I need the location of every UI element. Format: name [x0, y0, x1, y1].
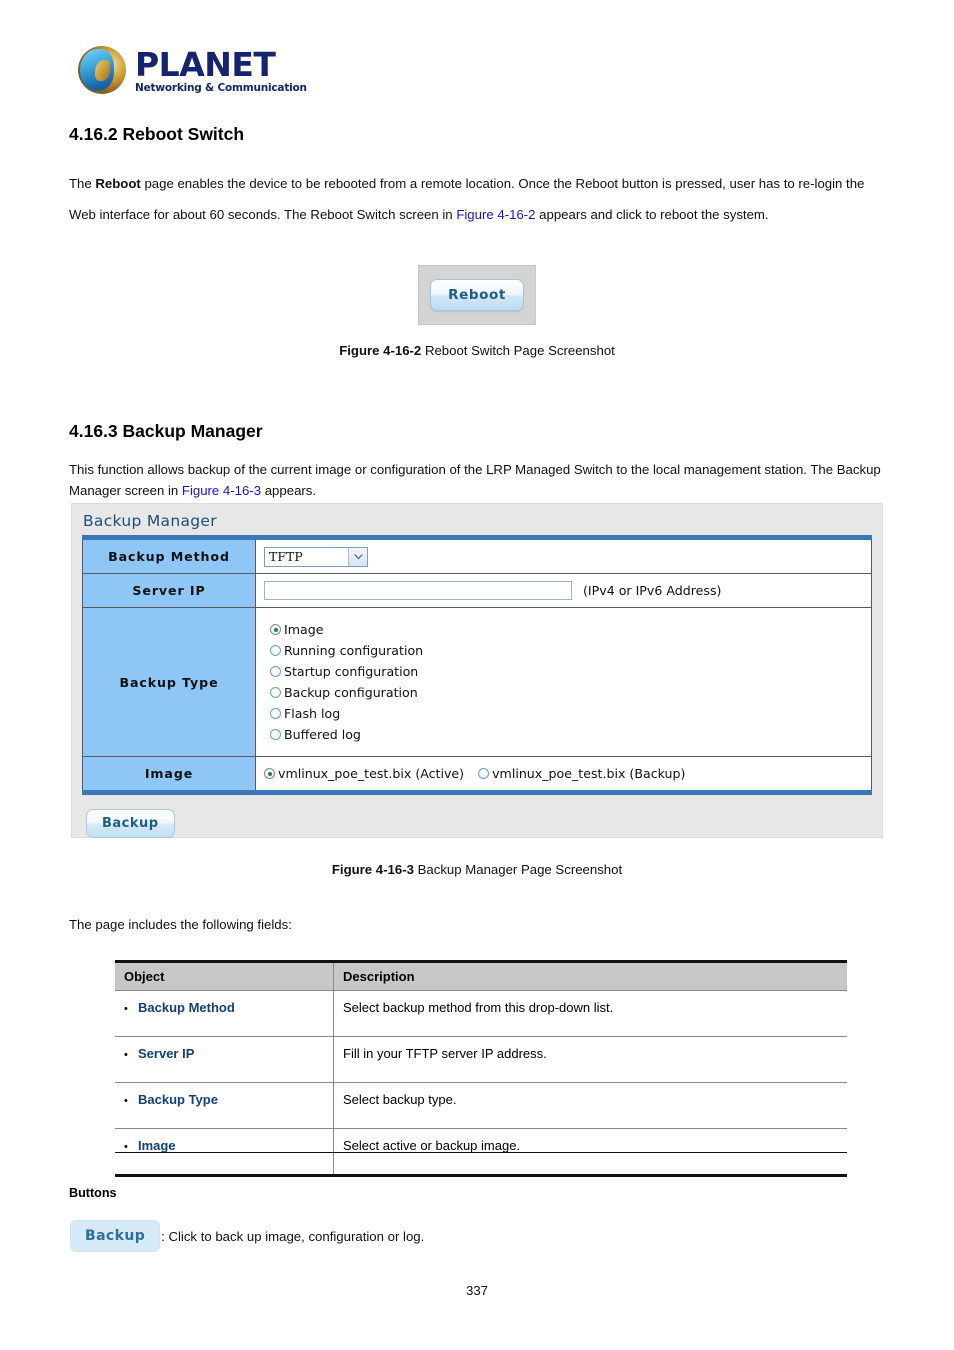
figure-caption-4-16-3-label: Figure 4-16-3 — [331, 862, 414, 877]
backup-type-option[interactable]: Startup configuration — [270, 661, 871, 682]
cell-object: • Server IP — [115, 1036, 334, 1083]
figure-caption-4-16-2: Figure 4-16-2 Reboot Switch Page Screens… — [0, 343, 954, 358]
label-backup-method: Backup Method — [82, 537, 256, 574]
figure-caption-4-16-3-text: Backup Manager Page Screenshot — [413, 862, 623, 877]
fields-description-table: Object Description • Backup Method Select… — [115, 960, 847, 1177]
para-reboot-bold: Reboot — [95, 176, 141, 191]
radio-icon[interactable] — [270, 624, 281, 635]
bullet-icon: • — [124, 1140, 128, 1153]
logo-tagline: Networking & Communication — [135, 82, 307, 94]
planet-logo: PLANET Networking & Communication — [78, 46, 307, 95]
cell-object: • Backup Type — [115, 1082, 334, 1129]
backup-type-option-label: Flash log — [284, 706, 341, 721]
object-name: Backup Type — [138, 1092, 218, 1107]
para-backup-part2: appears. — [261, 483, 317, 498]
image-option[interactable]: vmlinux_poe_test.bix (Active) — [264, 766, 464, 781]
backup-type-option-label: Image — [284, 622, 324, 637]
backup-button[interactable]: Backup — [70, 1220, 161, 1252]
label-backup-type: Backup Type — [82, 607, 256, 757]
table-row: • Backup Method Select backup method from… — [115, 990, 847, 1037]
figure-caption-4-16-3: Figure 4-16-3 Backup Manager Page Screen… — [0, 862, 954, 877]
radio-icon[interactable] — [270, 729, 281, 740]
backup-manager-title: Backup Manager — [83, 512, 217, 530]
cell-description: Fill in your TFTP server IP address. — [333, 1036, 847, 1083]
para-reboot-part3: appears and click to reboot the system. — [535, 207, 769, 222]
backup-type-option-label: Backup configuration — [284, 685, 418, 700]
bullet-icon: • — [124, 1094, 128, 1107]
bullet-icon: • — [124, 1048, 128, 1061]
cell-description: Select backup method from this drop-down… — [333, 990, 847, 1037]
backup-button-screenshot[interactable]: Backup — [86, 809, 175, 838]
figure-caption-4-16-2-label: Figure 4-16-2 — [339, 343, 422, 358]
chevron-down-icon[interactable] — [348, 547, 367, 566]
field-image: vmlinux_poe_test.bix (Active) vmlinux_po… — [255, 756, 872, 793]
page-number: 337 — [465, 1283, 488, 1298]
image-radio-group: vmlinux_poe_test.bix (Active) vmlinux_po… — [264, 763, 871, 784]
image-option-label: vmlinux_poe_test.bix (Backup) — [492, 766, 686, 781]
radio-icon[interactable] — [270, 687, 281, 698]
backup-method-select-value: TFTP — [269, 549, 303, 564]
backup-type-option-label: Running configuration — [284, 643, 424, 658]
backup-type-option[interactable]: Image — [270, 619, 871, 640]
para-reboot-part1: The — [69, 176, 96, 191]
image-option-label: vmlinux_poe_test.bix (Active) — [278, 766, 465, 781]
server-ip-input[interactable] — [264, 581, 572, 600]
link-figure-4-16-3[interactable]: Figure 4-16-3 — [182, 483, 261, 498]
radio-icon[interactable] — [270, 708, 281, 719]
radio-icon[interactable] — [264, 768, 275, 779]
backup-manager-form-table: Backup Method TFTP Server IP (IPv4 or IP… — [82, 535, 872, 795]
bullet-icon: • — [124, 1002, 128, 1015]
label-server-ip: Server IP — [82, 573, 256, 608]
heading-reboot-switch: 4.16.2 Reboot Switch — [69, 124, 245, 144]
field-backup-type: Image Running configuration Startup conf… — [255, 607, 872, 757]
figure-caption-4-16-2-text: Reboot Switch Page Screenshot — [421, 343, 615, 358]
table-header-row: Object Description — [115, 961, 847, 991]
backup-type-option-label: Buffered log — [284, 727, 361, 742]
paragraph-backup: This function allows backup of the curre… — [69, 459, 881, 501]
object-name: Backup Method — [138, 1000, 235, 1015]
table-row: • Backup Type Select backup type. — [115, 1082, 847, 1129]
reboot-button[interactable]: Reboot — [430, 279, 524, 311]
logo-text-block: PLANET Networking & Communication — [135, 46, 307, 95]
backup-type-radio-group: Image Running configuration Startup conf… — [264, 614, 871, 750]
backup-method-select[interactable]: TFTP — [264, 546, 368, 567]
backup-type-option[interactable]: Flash log — [270, 703, 871, 724]
backup-button-description: : Click to back up image, configuration … — [161, 1228, 425, 1244]
row-server-ip: Server IP (IPv4 or IPv6 Address) — [82, 573, 872, 608]
row-backup-type: Backup Type Image Running configuration … — [82, 607, 872, 757]
logo-wordmark: PLANET — [135, 45, 276, 84]
label-image: Image — [82, 756, 256, 793]
backup-type-option[interactable]: Running configuration — [270, 640, 871, 661]
field-server-ip: (IPv4 or IPv6 Address) — [255, 573, 872, 608]
backup-type-option[interactable]: Backup configuration — [270, 682, 871, 703]
fields-intro-text: The page includes the following fields: — [69, 917, 292, 932]
backup-type-option[interactable]: Buffered log — [270, 724, 871, 745]
radio-icon[interactable] — [478, 768, 490, 779]
table-bottom-rule — [115, 1152, 847, 1153]
header-object: Object — [115, 961, 334, 991]
field-backup-method: TFTP — [255, 537, 872, 574]
backup-manager-screenshot-panel: Backup Manager Backup Method TFTP Server… — [71, 503, 883, 838]
cell-description: Select backup type. — [333, 1082, 847, 1129]
row-image: Image vmlinux_poe_test.bix (Active) vmli… — [82, 756, 872, 793]
reboot-screenshot-panel: Reboot — [418, 265, 536, 325]
buttons-section-heading: Buttons — [69, 1186, 117, 1200]
radio-icon[interactable] — [270, 666, 281, 677]
paragraph-reboot: The Reboot page enables the device to be… — [69, 168, 869, 230]
heading-backup-manager: 4.16.3 Backup Manager — [69, 421, 263, 441]
buttons-section-row: Backup : Click to back up image, configu… — [70, 1220, 424, 1252]
backup-manager-footer: Backup — [72, 795, 882, 838]
planet-globe-icon — [78, 46, 126, 94]
header-description: Description — [333, 961, 847, 991]
backup-type-option-label: Startup configuration — [284, 664, 419, 679]
row-backup-method: Backup Method TFTP — [82, 537, 872, 574]
object-name: Server IP — [138, 1046, 195, 1061]
link-figure-4-16-2[interactable]: Figure 4-16-2 — [456, 207, 535, 222]
server-ip-hint: (IPv4 or IPv6 Address) — [583, 583, 722, 598]
object-name: Image — [138, 1138, 176, 1153]
radio-icon[interactable] — [270, 645, 281, 656]
cell-object: • Backup Method — [115, 990, 334, 1037]
image-option[interactable]: vmlinux_poe_test.bix (Backup) — [478, 766, 685, 781]
table-row: • Server IP Fill in your TFTP server IP a… — [115, 1036, 847, 1083]
